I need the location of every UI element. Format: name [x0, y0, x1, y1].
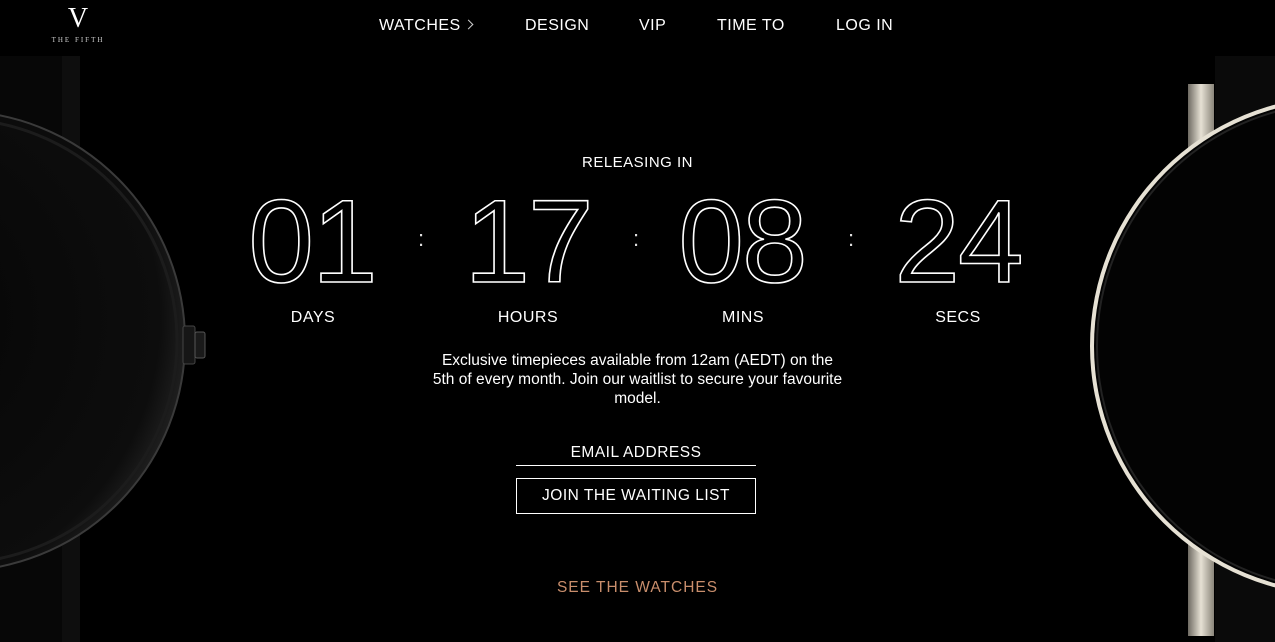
countdown-separator: :	[417, 226, 425, 251]
nav-item-watches[interactable]: WATCHES	[379, 17, 474, 35]
email-field[interactable]	[516, 441, 756, 466]
join-waiting-list-button[interactable]: JOIN THE WAITING LIST	[516, 478, 756, 514]
releasing-in-heading: RELEASING IN	[581, 154, 694, 171]
countdown-separator: :	[847, 226, 855, 251]
main-nav: WATCHES DESIGN VIP TIME TO LOG IN	[0, 17, 1275, 39]
watch-image-right	[1085, 56, 1275, 642]
countdown-secs-label: SECS	[935, 309, 981, 326]
countdown-separator: :	[632, 226, 640, 251]
countdown-mins-value: 08	[678, 176, 809, 308]
nav-item-log-in[interactable]: LOG IN	[836, 17, 893, 35]
nav-item-vip[interactable]: VIP	[639, 17, 666, 35]
countdown-mins-label: MINS	[722, 309, 764, 326]
watch-image-left	[0, 56, 215, 642]
countdown-days-value: 01	[248, 176, 379, 308]
nav-item-design[interactable]: DESIGN	[525, 17, 589, 35]
countdown-hours-label: HOURS	[497, 309, 559, 326]
see-the-watches-link[interactable]: SEE THE WATCHES	[0, 579, 1275, 597]
countdown-hours-value: 17	[464, 176, 595, 308]
countdown-secs-value: 24	[894, 176, 1025, 308]
site-header: V THE FIFTH WATCHES DESIGN VIP TIME TO L…	[0, 0, 1275, 56]
chevron-right-icon	[463, 19, 474, 30]
nav-item-label: WATCHES	[379, 17, 461, 34]
countdown-days-label: DAYS	[290, 309, 336, 326]
release-description: Exclusive timepieces available from 12am…	[432, 352, 843, 407]
nav-item-time-to[interactable]: TIME TO	[717, 17, 785, 35]
